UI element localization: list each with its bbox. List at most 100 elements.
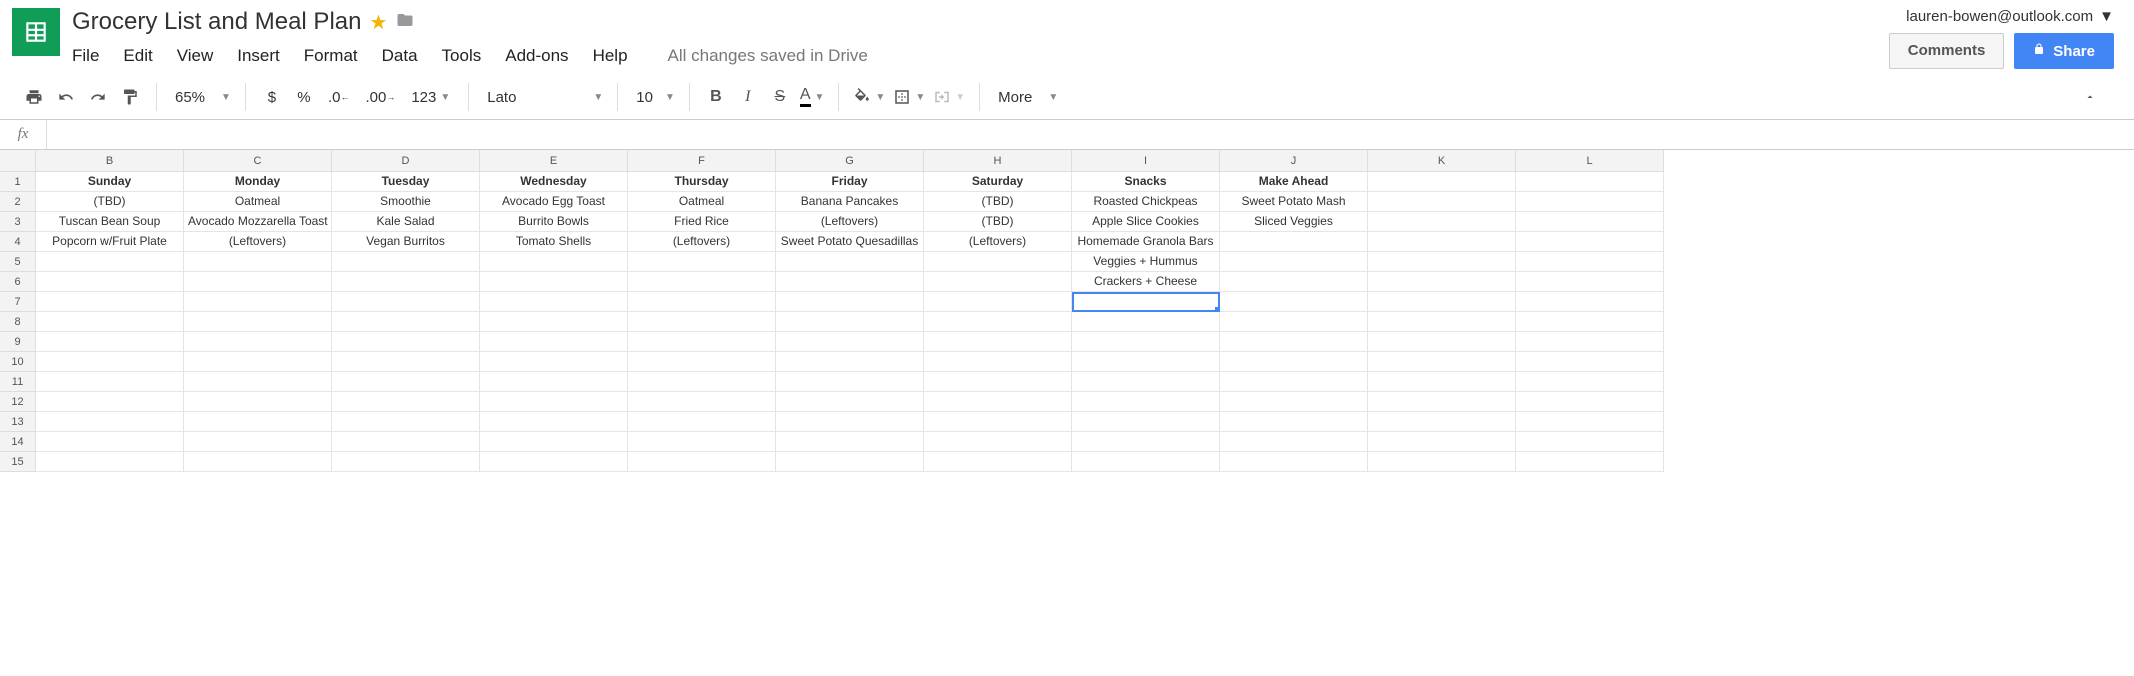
cell[interactable] (628, 372, 776, 392)
cell[interactable] (480, 392, 628, 412)
cell[interactable] (1368, 372, 1516, 392)
cell[interactable] (776, 452, 924, 472)
cell[interactable] (1516, 332, 1664, 352)
cell[interactable]: Avocado Mozzarella Toast (184, 212, 332, 232)
cell[interactable]: Tuesday (332, 172, 480, 192)
cell[interactable] (924, 432, 1072, 452)
cell[interactable]: Burrito Bowls (480, 212, 628, 232)
cell[interactable] (1220, 292, 1368, 312)
more-dropdown[interactable]: More ▼ (984, 89, 1068, 106)
row-header[interactable]: 2 (0, 192, 36, 212)
cell[interactable] (1516, 312, 1664, 332)
cell[interactable] (776, 352, 924, 372)
cell[interactable]: Vegan Burritos (332, 232, 480, 252)
bold-button[interactable]: B (704, 88, 728, 106)
cell[interactable] (924, 252, 1072, 272)
fontsize-dropdown[interactable]: 10 ▼ (622, 89, 685, 106)
cell[interactable] (776, 392, 924, 412)
cell[interactable] (480, 432, 628, 452)
cell[interactable] (480, 412, 628, 432)
cell[interactable]: Oatmeal (184, 192, 332, 212)
row-header[interactable]: 14 (0, 432, 36, 452)
cell[interactable]: Kale Salad (332, 212, 480, 232)
menu-addons[interactable]: Add-ons (505, 46, 568, 66)
share-button[interactable]: Share (2014, 33, 2114, 69)
cell[interactable]: Sweet Potato Mash (1220, 192, 1368, 212)
cell[interactable]: (TBD) (36, 192, 184, 212)
cell[interactable]: (Leftovers) (184, 232, 332, 252)
cell[interactable] (1220, 452, 1368, 472)
cell[interactable] (1368, 172, 1516, 192)
cell[interactable] (776, 252, 924, 272)
cell[interactable] (1220, 232, 1368, 252)
print-icon[interactable] (22, 88, 46, 106)
row-header[interactable]: 9 (0, 332, 36, 352)
cell[interactable] (480, 272, 628, 292)
cell[interactable] (1072, 392, 1220, 412)
row-header[interactable]: 6 (0, 272, 36, 292)
merge-cells-button[interactable]: ▼ (933, 88, 965, 106)
row-header[interactable]: 13 (0, 412, 36, 432)
document-title[interactable]: Grocery List and Meal Plan (72, 8, 361, 36)
cell[interactable] (1072, 432, 1220, 452)
cell[interactable] (1516, 232, 1664, 252)
cell[interactable] (924, 452, 1072, 472)
column-header[interactable]: B (36, 150, 184, 172)
cell[interactable]: Homemade Granola Bars (1072, 232, 1220, 252)
cell[interactable] (1516, 192, 1664, 212)
cell[interactable]: Snacks (1072, 172, 1220, 192)
column-header[interactable]: J (1220, 150, 1368, 172)
cell[interactable] (1368, 312, 1516, 332)
row-header[interactable]: 3 (0, 212, 36, 232)
formula-input[interactable] (47, 120, 2134, 149)
cell[interactable] (36, 412, 184, 432)
cell[interactable] (1220, 352, 1368, 372)
cell[interactable]: Make Ahead (1220, 172, 1368, 192)
cell[interactable] (1368, 432, 1516, 452)
cell[interactable] (628, 452, 776, 472)
cell[interactable] (184, 332, 332, 352)
row-header[interactable]: 4 (0, 232, 36, 252)
cell[interactable] (480, 332, 628, 352)
cell[interactable]: Sunday (36, 172, 184, 192)
cell[interactable] (184, 252, 332, 272)
cell[interactable] (36, 272, 184, 292)
cell[interactable] (1072, 292, 1220, 312)
cell[interactable] (628, 412, 776, 432)
cell[interactable] (1072, 352, 1220, 372)
cell[interactable] (36, 312, 184, 332)
cell[interactable] (1368, 272, 1516, 292)
cell[interactable] (776, 432, 924, 452)
cell[interactable]: Tomato Shells (480, 232, 628, 252)
comments-button[interactable]: Comments (1889, 33, 2005, 69)
cell[interactable] (1220, 252, 1368, 272)
cell[interactable] (1368, 192, 1516, 212)
folder-icon[interactable] (395, 11, 415, 34)
cell[interactable] (1072, 412, 1220, 432)
fill-color-button[interactable]: ▼ (853, 88, 885, 106)
select-all-corner[interactable] (0, 150, 36, 172)
spreadsheet-grid[interactable]: BCDEFGHIJKL1SundayMondayTuesdayWednesday… (0, 150, 2134, 472)
cell[interactable] (924, 312, 1072, 332)
row-header[interactable]: 10 (0, 352, 36, 372)
cell[interactable] (184, 372, 332, 392)
cell[interactable] (480, 372, 628, 392)
cell[interactable] (924, 352, 1072, 372)
cell[interactable] (36, 372, 184, 392)
cell[interactable] (332, 312, 480, 332)
cell[interactable] (1516, 212, 1664, 232)
cell[interactable]: Apple Slice Cookies (1072, 212, 1220, 232)
cell[interactable] (628, 332, 776, 352)
cell[interactable] (776, 272, 924, 292)
cell[interactable] (776, 312, 924, 332)
cell[interactable] (1516, 272, 1664, 292)
cell[interactable] (1368, 332, 1516, 352)
cell[interactable] (184, 452, 332, 472)
cell[interactable] (480, 292, 628, 312)
row-header[interactable]: 1 (0, 172, 36, 192)
cell[interactable] (332, 392, 480, 412)
column-header[interactable]: K (1368, 150, 1516, 172)
cell[interactable] (1368, 212, 1516, 232)
row-header[interactable]: 15 (0, 452, 36, 472)
cell[interactable] (924, 272, 1072, 292)
